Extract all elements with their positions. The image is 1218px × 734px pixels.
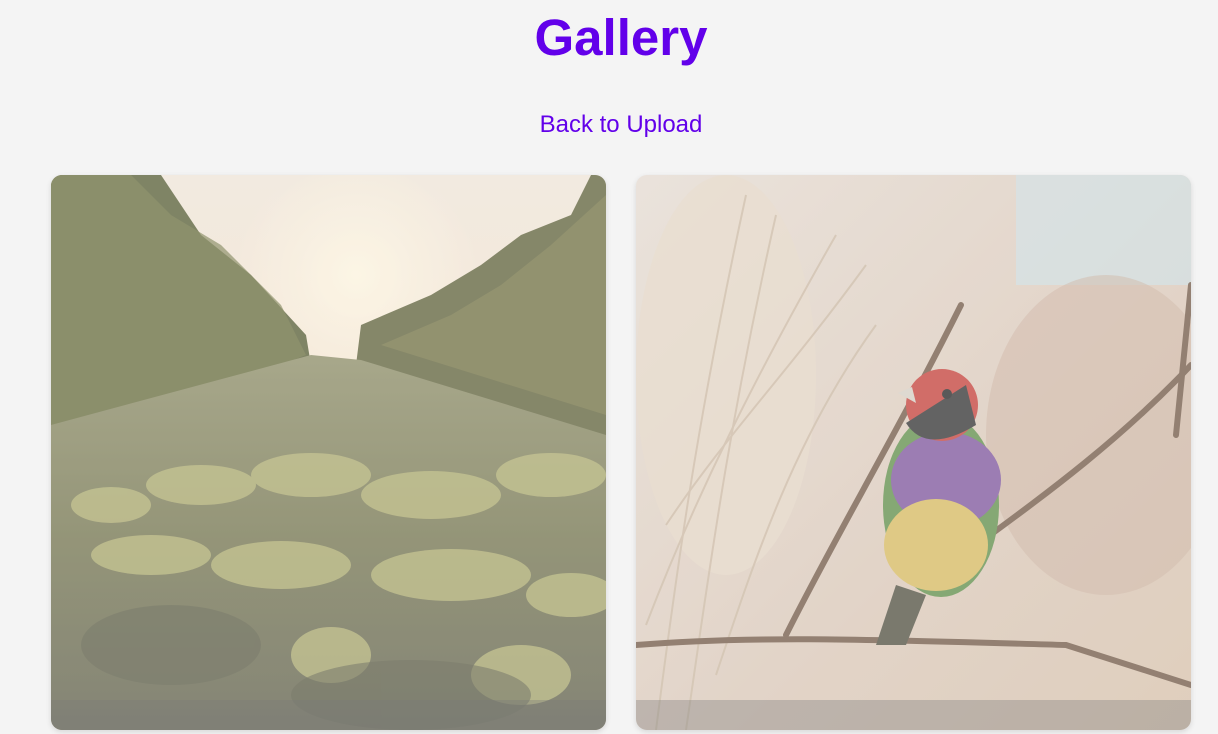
card-caption-bar <box>51 700 606 730</box>
page-title: Gallery <box>534 9 708 66</box>
back-to-upload-link-row: Back to Upload <box>0 110 1218 140</box>
image-overlay <box>51 175 606 730</box>
gallery-card[interactable] <box>51 175 606 730</box>
image-overlay <box>636 175 1191 730</box>
gallery-card[interactable] <box>636 175 1191 730</box>
back-to-upload-link[interactable]: Back to Upload <box>540 111 703 138</box>
card-caption-bar <box>636 700 1191 730</box>
